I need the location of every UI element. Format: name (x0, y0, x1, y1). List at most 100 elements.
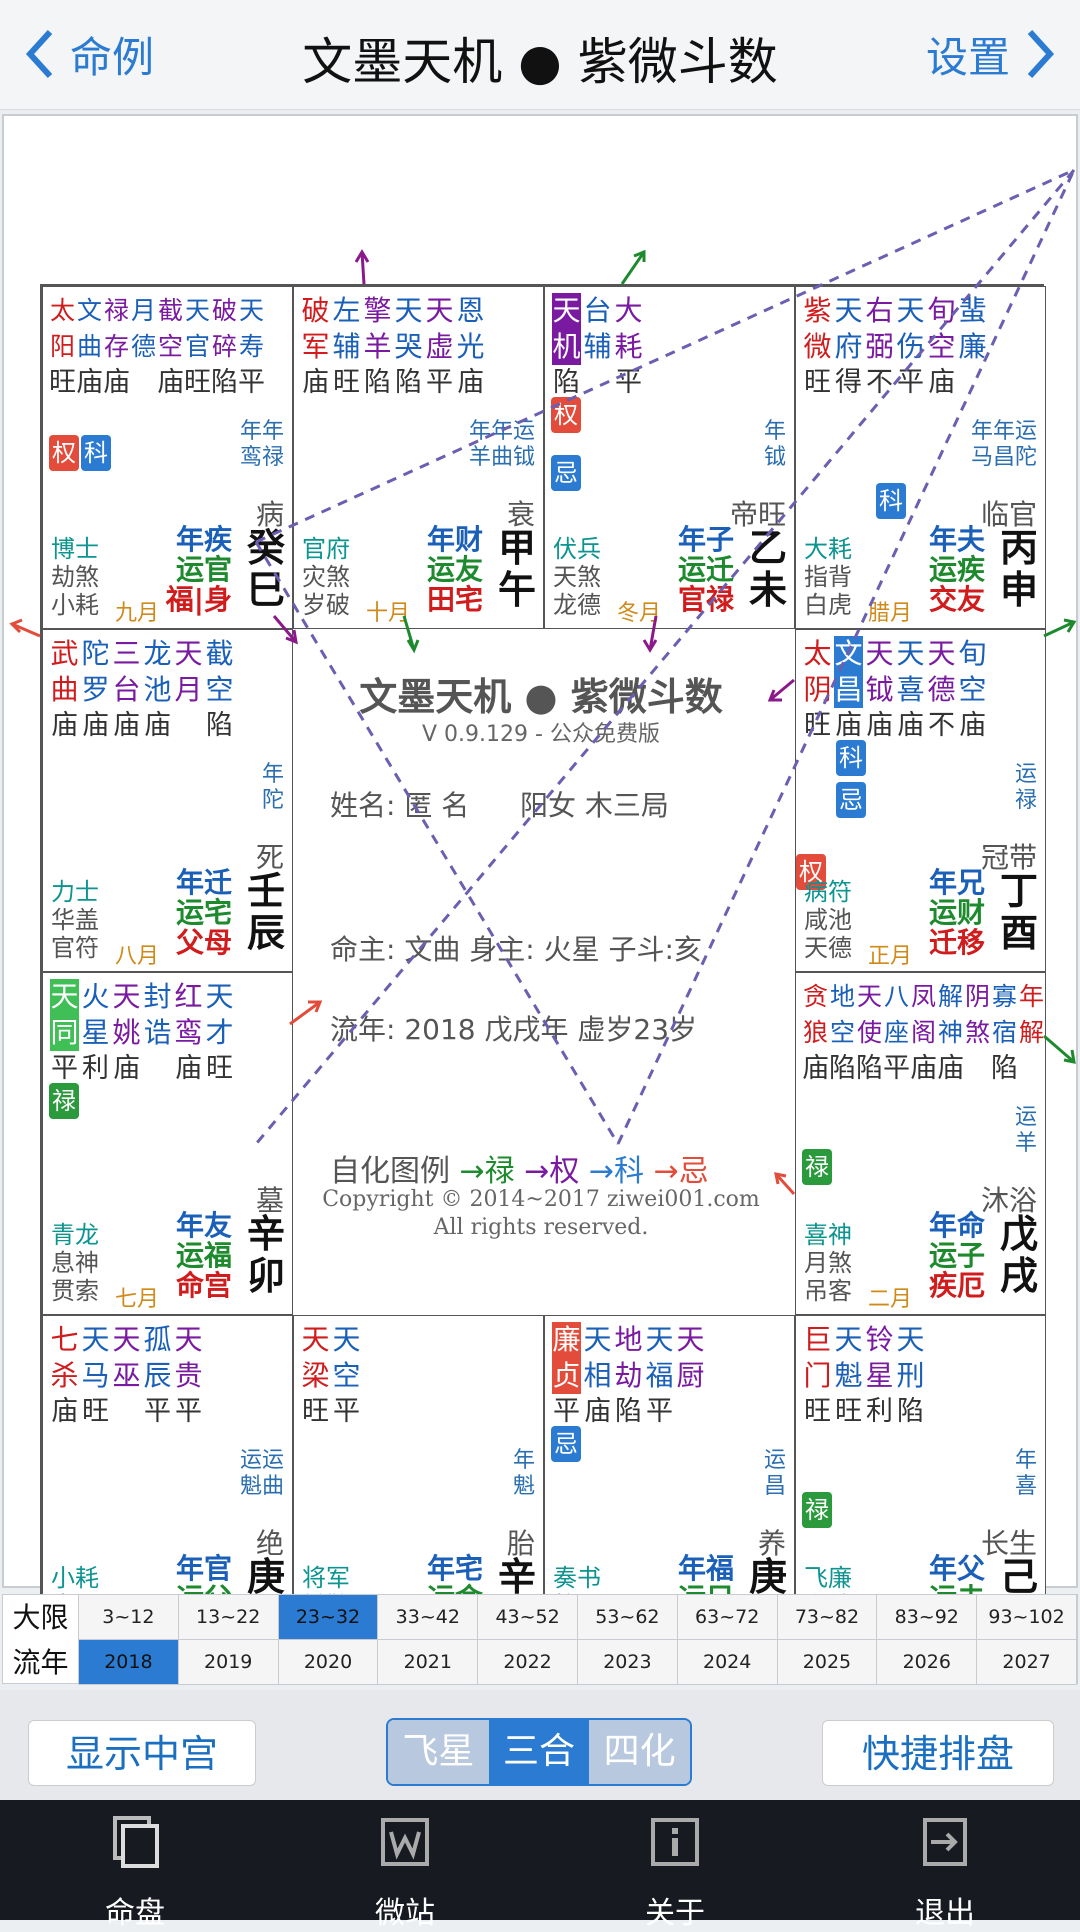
god-star: 青龙 (51, 1221, 99, 1249)
star-太阳: 太阳旺 (49, 293, 76, 401)
star-char: 贪 (802, 982, 828, 1011)
star-天德: 天德不 (926, 636, 957, 744)
liunian-cell[interactable]: 2025 (777, 1640, 878, 1685)
star-name: 天马 (81, 1322, 109, 1394)
sihua-badges: 科 (876, 483, 906, 519)
star-name: 八座 (884, 979, 909, 1051)
star-char: 天 (856, 982, 882, 1011)
star-char: 梁 (301, 1359, 330, 1392)
star-char: 哭 (394, 330, 423, 363)
liunian-cell[interactable]: 2022 (478, 1640, 578, 1685)
star-解神: 解神庙 (937, 979, 964, 1087)
sihua-badges: 科忌权 (796, 740, 866, 890)
liunian-cell[interactable]: 2026 (877, 1640, 978, 1685)
liunian-cell[interactable]: 2020 (278, 1640, 379, 1685)
daxian-cell[interactable]: 3~12 (79, 1595, 179, 1640)
liunian-cell[interactable]: 2023 (577, 1640, 678, 1685)
settings-button[interactable]: 设置 (926, 24, 1058, 84)
palace-name: 父母 (175, 926, 232, 959)
daxian-cell[interactable]: 83~92 (877, 1595, 978, 1640)
star-name: 旬空 (927, 293, 955, 365)
star-brightness: 平 (175, 1396, 202, 1427)
star-char: 机 (552, 330, 581, 363)
liunian-cell[interactable]: 2021 (378, 1640, 479, 1685)
palace-name: 年命 (928, 1209, 985, 1242)
liunian-cell[interactable]: 2027 (977, 1640, 1077, 1685)
quick-chart-button[interactable]: 快捷排盘 (822, 1720, 1054, 1786)
mode-sanhe-button[interactable]: 三合 (488, 1720, 590, 1784)
exit-icon (915, 1812, 975, 1888)
liunian-cell[interactable]: 2024 (677, 1640, 778, 1685)
star-天月: 天月 (173, 636, 204, 744)
star-char: 空 (829, 1018, 855, 1047)
show-center-button[interactable]: 显示中宫 (28, 1720, 256, 1786)
star-char: 寿 (238, 332, 264, 361)
daxian-cell[interactable]: 63~72 (677, 1595, 778, 1640)
palace-names: 年友 运福 命宫 (176, 1211, 232, 1301)
daxian-cell[interactable]: 93~102 (977, 1595, 1077, 1640)
ganzhi-char: 壬 (246, 869, 285, 913)
ganzhi-char: 巳 (246, 568, 285, 612)
star-char: 天 (184, 296, 210, 325)
star-name: 旬空 (958, 636, 986, 708)
palace-you[interactable]: 太阴旺文昌庙天钺庙天喜庙天德不旬空庙科忌权运禄冠带 病符 咸池 天德 正月 年兄 运财 迁移丁… (795, 629, 1046, 972)
palace-name: 运疾 (928, 553, 985, 586)
star-brightness: 平 (144, 1396, 171, 1427)
star-char: 天 (425, 294, 454, 327)
tab-w[interactable]: 微站 (270, 1800, 540, 1931)
star-name: 封诰 (143, 979, 171, 1051)
flow-star-line: 马昌陀 (970, 445, 1037, 470)
star-char: 天 (174, 1323, 203, 1356)
palace-name: 运友 (426, 553, 483, 586)
star-char: 天 (112, 1323, 141, 1356)
god-star: 喜神 (804, 1221, 852, 1249)
star-brightness: 陷 (395, 367, 422, 398)
palace-xu[interactable]: 贪狼庙地空陷天使陷八座平凤阁庙解神庙阴煞寡宿陷年解禄运羊沐浴 喜神 月煞 吊客 二月 年命… (795, 972, 1046, 1315)
palace-wei[interactable]: 天机陷台辅大耗平权忌年钺帝旺 伏兵 天煞 龙德 冬月 年子 运迁 官禄乙未 (544, 286, 795, 629)
star-char: 地 (829, 982, 855, 1011)
flow-star-line: 陀 (261, 788, 284, 813)
star-char: 天 (205, 980, 234, 1013)
flow-stars: 年钺 (764, 419, 786, 471)
god-star: 白虎 (804, 591, 852, 619)
daxian-cell[interactable]: 33~42 (378, 1595, 479, 1640)
star-廉贞: 廉贞平 (551, 1322, 582, 1430)
tab-info[interactable]: 关于 (540, 1800, 810, 1931)
daxian-cell[interactable]: 23~32 (278, 1595, 379, 1640)
star-brightness: 陷 (206, 710, 233, 741)
ganzhi: 壬辰 (246, 870, 286, 954)
daxian-cell[interactable]: 73~82 (777, 1595, 878, 1640)
tab-exit[interactable]: 退出 (810, 1800, 1080, 1931)
star-brightness: 庙 (302, 367, 329, 398)
liunian-cell[interactable]: 2019 (178, 1640, 279, 1685)
daxian-cell[interactable]: 43~52 (478, 1595, 578, 1640)
star-char: 天 (81, 1323, 110, 1356)
palace-mao[interactable]: 天同平火星利天姚庙封诰红鸾庙天才旺禄墓青龙 息神 贯索 七月 年友 运福 命宫辛卯 (42, 972, 293, 1315)
god-star: 岁破 (302, 591, 350, 619)
palace-shen[interactable]: 紫微旺天府得右弼不天伤平旬空庙蜚廉科年年运 马昌陀 临官 大耗 指背 白虎 腊月 年夫 运疾 交友… (795, 286, 1046, 629)
palace-si[interactable]: 太阳旺文曲庙禄存庙月德截空庙天官旺破碎陷天寿平权科年年 鸾禄病博士 劫煞 小耗 九月 年疾… (42, 286, 293, 629)
legend: 自化图例 →禄 →权 →科 →忌 (330, 1146, 709, 1190)
star-天空: 天空平 (331, 1322, 362, 1430)
info-icon (645, 1812, 705, 1888)
star-char: 七 (50, 1323, 79, 1356)
palace-chen[interactable]: 武曲庙陀罗庙三台庙龙池庙天月截空陷年陀死力士 华盖 官符 八月 年迁 运宅 父母壬辰 (42, 629, 293, 972)
star-char: 劫 (614, 1359, 643, 1392)
god-star: 小耗 (51, 1564, 99, 1592)
daxian-cell[interactable]: 53~62 (577, 1595, 678, 1640)
star-list: 天梁旺天空平 (300, 1322, 362, 1430)
mode-sihua-button[interactable]: 四化 (589, 1720, 690, 1784)
star-封诰: 封诰 (142, 979, 173, 1087)
palace-wu[interactable]: 破军庙左辅旺擎羊陷天哭陷天虚平恩光庙年年运 羊曲钺衰官府 灾煞 岁破 十月 年财 运友 田宅甲… (293, 286, 544, 629)
star-char: 曲 (50, 673, 79, 706)
star-brightness: 陷 (991, 1053, 1018, 1084)
liunian-cell[interactable]: 2018 (79, 1640, 179, 1685)
daxian-cell[interactable]: 13~22 (178, 1595, 279, 1640)
star-brightness: 庙 (82, 710, 109, 741)
tab-chart[interactable]: 命盘 (0, 1800, 270, 1931)
star-char: 宿 (991, 1018, 1017, 1047)
mode-feixing-button[interactable]: 飞星 (388, 1720, 489, 1784)
star-char: 廉 (958, 330, 987, 363)
palace-name: 年迁 (175, 866, 232, 899)
star-贪狼: 贪狼庙 (802, 979, 829, 1087)
